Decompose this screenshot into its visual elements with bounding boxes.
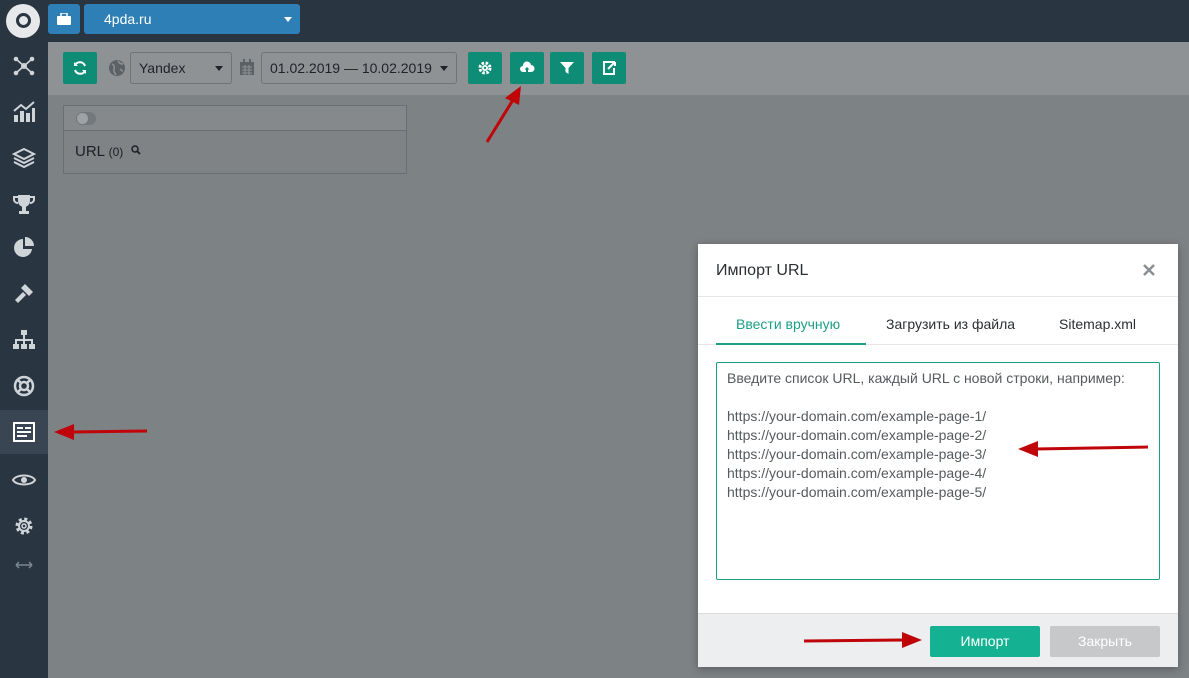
briefcase-icon xyxy=(57,13,71,25)
settings-button[interactable] xyxy=(468,52,502,84)
export-icon xyxy=(603,61,616,75)
close-icon[interactable] xyxy=(1142,263,1156,277)
network-icon[interactable] xyxy=(0,44,48,88)
import-url-modal: Импорт URL Ввести вручную Загрузить из ф… xyxy=(698,244,1178,667)
refresh-icon xyxy=(74,61,86,75)
export-button[interactable] xyxy=(592,52,626,84)
chevron-down-icon xyxy=(215,66,223,71)
settings-icon xyxy=(478,61,492,75)
chevron-down-icon xyxy=(440,66,448,71)
url-label: URL xyxy=(75,143,105,160)
globe-icon xyxy=(109,60,125,76)
eye-icon[interactable] xyxy=(0,458,48,502)
gear-icon[interactable] xyxy=(0,504,48,548)
panel-header xyxy=(64,106,406,131)
active-tab-indicator xyxy=(716,343,866,345)
project-select[interactable]: 4pda.ru xyxy=(84,4,300,34)
url-panel: URL (0) xyxy=(63,105,407,174)
modal-footer: Импорт Закрыть xyxy=(698,613,1178,667)
layers-icon[interactable] xyxy=(0,136,48,180)
trophy-icon[interactable] xyxy=(0,182,48,226)
chart-icon[interactable] xyxy=(0,90,48,134)
filter-button[interactable] xyxy=(550,52,584,84)
search-engine-select[interactable]: Yandex xyxy=(130,52,232,84)
toggle-switch[interactable] xyxy=(76,112,96,125)
search-engine-value: Yandex xyxy=(139,60,186,76)
cloud-upload-icon xyxy=(520,61,535,72)
briefcase-button[interactable] xyxy=(48,4,80,34)
annotation-arrow xyxy=(54,424,148,440)
tab-sitemap[interactable]: Sitemap.xml xyxy=(1059,316,1136,332)
expand-icon[interactable] xyxy=(0,543,48,587)
refresh-button[interactable] xyxy=(63,52,97,84)
tab-upload-file[interactable]: Загрузить из файла xyxy=(886,316,1015,332)
app-logo[interactable] xyxy=(6,4,40,38)
modal-title: Импорт URL xyxy=(716,262,809,279)
modal-tabs: Ввести вручную Загрузить из файла Sitema… xyxy=(698,298,1178,345)
top-bar: 4pda.ru xyxy=(48,0,1189,42)
close-button[interactable]: Закрыть xyxy=(1050,626,1160,657)
import-submit-button[interactable]: Импорт xyxy=(930,626,1040,657)
search-icon[interactable] xyxy=(131,145,142,155)
calendar-icon xyxy=(240,59,254,75)
modal-header: Импорт URL xyxy=(698,244,1178,297)
tab-manual[interactable]: Ввести вручную xyxy=(736,316,840,332)
url-column-header[interactable]: URL (0) xyxy=(75,143,142,160)
url-list-textarea[interactable]: Введите список URL, каждый URL с новой с… xyxy=(716,362,1160,580)
list-icon[interactable] xyxy=(0,410,48,454)
url-count: (0) xyxy=(108,145,124,159)
date-range-value: 01.02.2019 — 10.02.2019 xyxy=(270,60,432,76)
pie-icon[interactable] xyxy=(0,226,48,270)
filter-icon xyxy=(560,62,574,74)
toolbar: Yandex 01.02.2019 — 10.02.2019 xyxy=(48,42,1189,95)
chevron-down-icon xyxy=(284,17,292,22)
sitemap-icon[interactable] xyxy=(0,318,48,362)
hammer-icon[interactable] xyxy=(0,272,48,316)
project-name: 4pda.ru xyxy=(104,11,152,27)
lifebuoy-icon[interactable] xyxy=(0,364,48,408)
sidebar xyxy=(0,0,48,678)
import-button[interactable] xyxy=(510,52,544,84)
date-range-select[interactable]: 01.02.2019 — 10.02.2019 xyxy=(261,52,457,84)
